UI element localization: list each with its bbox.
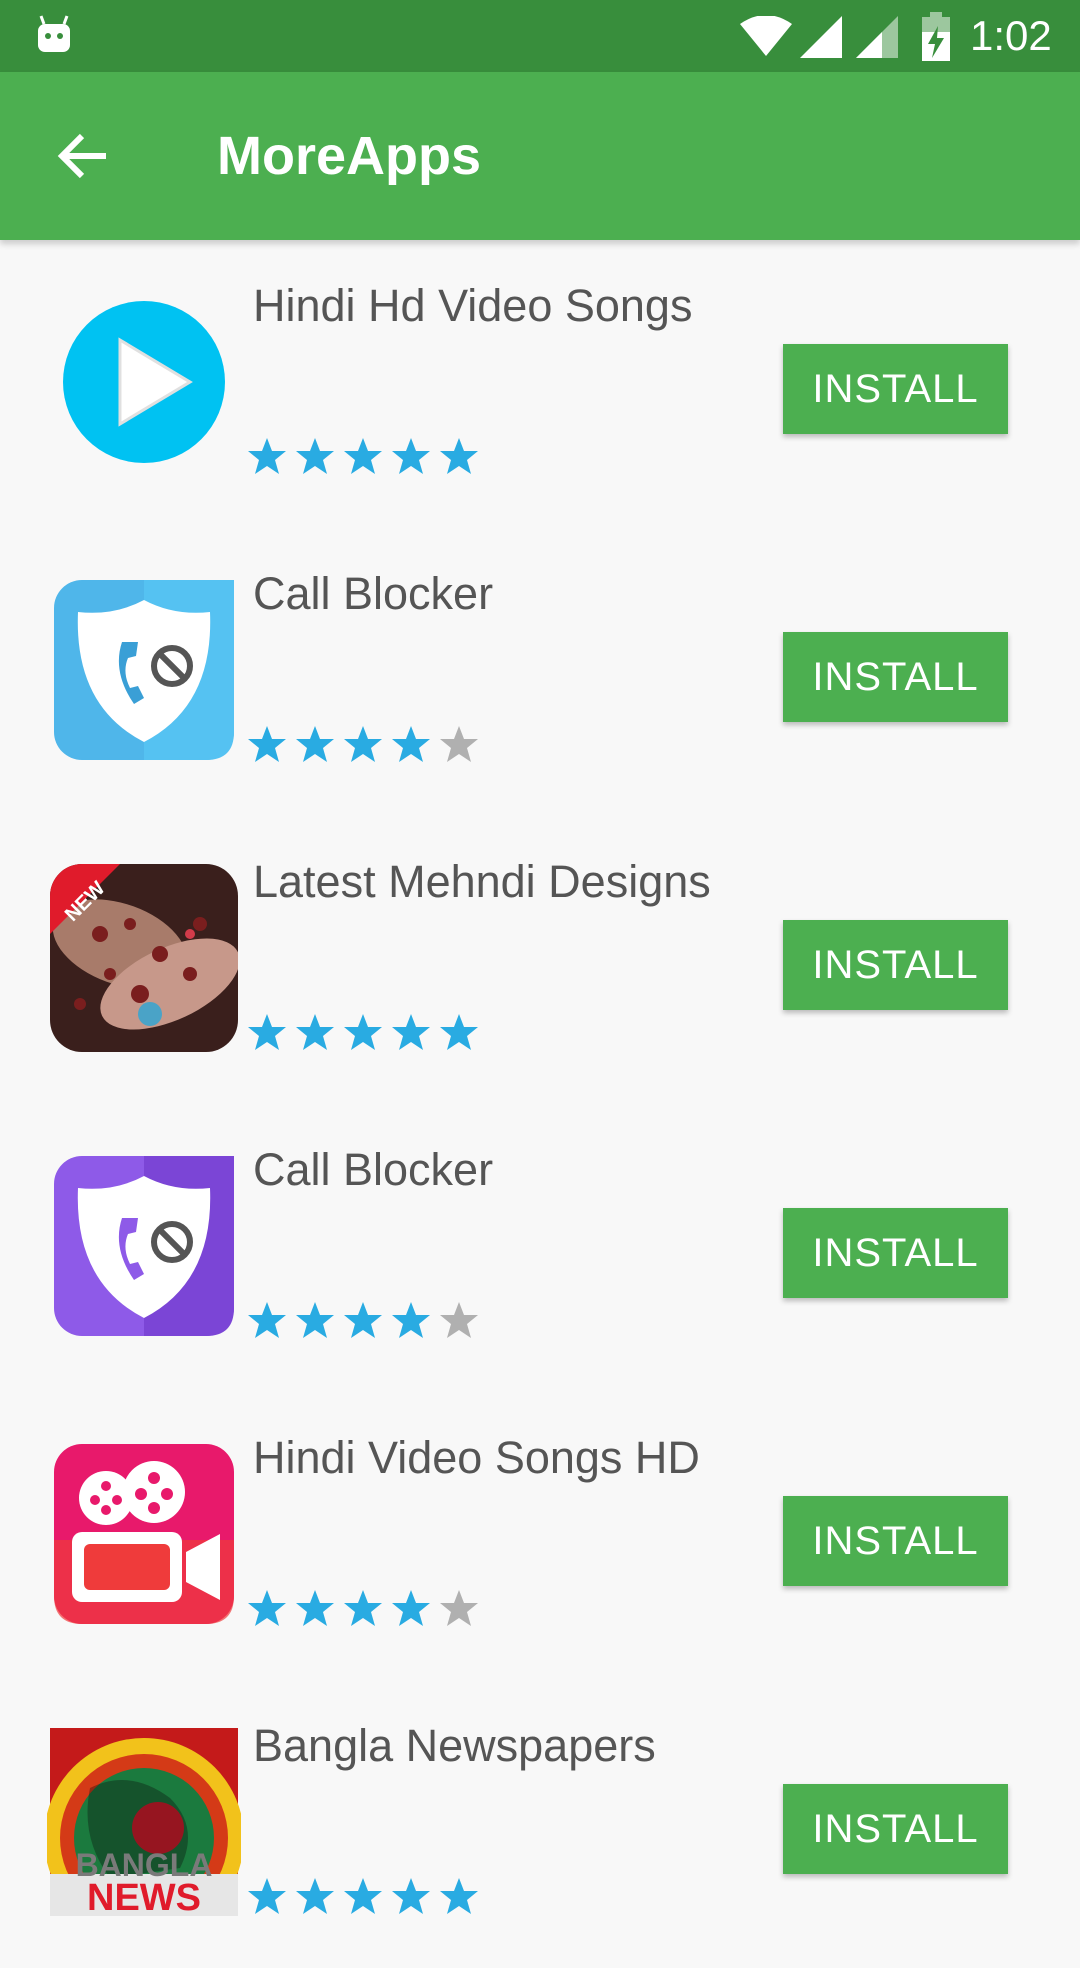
- page-title: MoreApps: [217, 126, 482, 186]
- star-filled-icon: [392, 1590, 430, 1626]
- star-filled-icon: [344, 726, 382, 762]
- install-button[interactable]: INSTALL: [783, 632, 1008, 722]
- star-filled-icon: [248, 1590, 286, 1626]
- wifi-icon: [740, 16, 792, 56]
- list-item[interactable]: Hindi Video Songs HD INSTALL: [0, 1392, 1080, 1680]
- call-blocker-purple-icon: [54, 1156, 234, 1336]
- install-button[interactable]: INSTALL: [783, 920, 1008, 1010]
- star-empty-icon: [440, 1590, 478, 1626]
- star-filled-icon: [392, 1014, 430, 1050]
- star-filled-icon: [296, 726, 334, 762]
- star-filled-icon: [296, 1014, 334, 1050]
- arrow-back-icon: [57, 133, 106, 179]
- icon-text-news: NEWS: [87, 1877, 201, 1916]
- star-filled-icon: [344, 1302, 382, 1338]
- signal-icon-2: [856, 16, 898, 58]
- rating-stars: [247, 724, 487, 772]
- install-button[interactable]: INSTALL: [783, 1208, 1008, 1298]
- star-filled-icon: [392, 726, 430, 762]
- star-filled-icon: [440, 438, 478, 474]
- star-filled-icon: [248, 438, 286, 474]
- star-filled-icon: [392, 438, 430, 474]
- status-clock: 1:02: [970, 12, 1052, 59]
- signal-icon: [800, 16, 842, 58]
- play-icon: [63, 301, 225, 463]
- star-filled-icon: [344, 1014, 382, 1050]
- install-button[interactable]: INSTALL: [783, 1496, 1008, 1586]
- star-filled-icon: [296, 1878, 334, 1914]
- star-filled-icon: [440, 1014, 478, 1050]
- call-blocker-blue-icon: [54, 580, 234, 760]
- back-button[interactable]: [44, 116, 124, 196]
- star-filled-icon: [248, 726, 286, 762]
- install-button[interactable]: INSTALL: [783, 1784, 1008, 1874]
- rating-stars: [247, 1300, 487, 1348]
- star-empty-icon: [440, 726, 478, 762]
- app-name: Hindi Video Songs HD: [253, 1432, 700, 1483]
- star-filled-icon: [344, 438, 382, 474]
- star-filled-icon: [344, 1878, 382, 1914]
- rating-stars: [247, 1588, 487, 1636]
- star-filled-icon: [248, 1878, 286, 1914]
- star-filled-icon: [296, 438, 334, 474]
- rating-stars: [247, 1876, 487, 1924]
- android-debug-icon: [38, 15, 70, 52]
- star-filled-icon: [344, 1590, 382, 1626]
- app-name: Call Blocker: [253, 568, 494, 619]
- rating-stars: [247, 436, 487, 484]
- star-filled-icon: [248, 1302, 286, 1338]
- star-filled-icon: [392, 1302, 430, 1338]
- list-item[interactable]: Call Blocker INSTALL: [0, 528, 1080, 816]
- star-filled-icon: [392, 1878, 430, 1914]
- movie-camera-icon: [54, 1444, 234, 1624]
- star-empty-icon: [440, 1302, 478, 1338]
- status-bar: 1:02: [0, 0, 1080, 72]
- app-name: Call Blocker: [253, 1144, 494, 1195]
- list-item[interactable]: NEW Latest Mehndi Designs INSTALL: [0, 816, 1080, 1104]
- list-item[interactable]: BANGLA NEWS Bangla Newspapers INSTALL: [0, 1680, 1080, 1968]
- star-filled-icon: [248, 1014, 286, 1050]
- list-item[interactable]: Call Blocker INSTALL: [0, 1104, 1080, 1392]
- app-list: Hindi Hd Video Songs INSTALL Call Blocke…: [0, 240, 1080, 1968]
- app-name: Bangla Newspapers: [253, 1720, 656, 1771]
- app-name: Hindi Hd Video Songs: [253, 280, 693, 331]
- star-filled-icon: [296, 1590, 334, 1626]
- list-item[interactable]: Hindi Hd Video Songs INSTALL: [0, 240, 1080, 528]
- star-filled-icon: [440, 1878, 478, 1914]
- app-name: Latest Mehndi Designs: [253, 856, 711, 907]
- star-filled-icon: [296, 1302, 334, 1338]
- install-button[interactable]: INSTALL: [783, 344, 1008, 434]
- rating-stars: [247, 1012, 487, 1060]
- bangla-news-icon: BANGLA NEWS: [47, 1728, 241, 1916]
- app-bar: MoreApps: [0, 72, 1080, 240]
- mehndi-icon: NEW: [50, 864, 238, 1052]
- battery-charging-icon: [922, 12, 950, 61]
